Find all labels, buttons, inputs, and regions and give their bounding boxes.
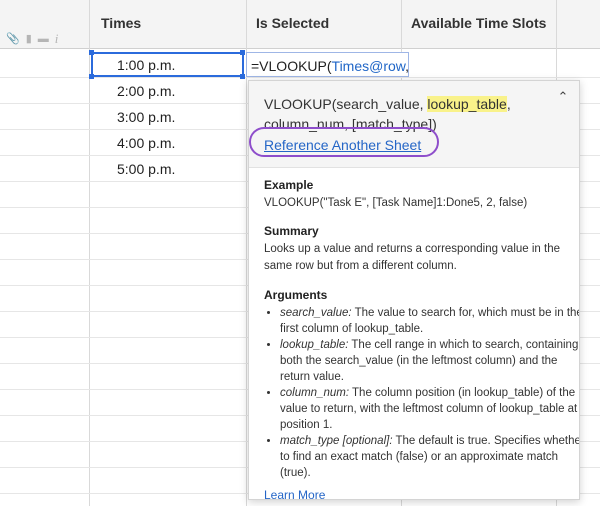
signature-text: , (506, 96, 511, 112)
argument-name: match_type [optional]: (280, 435, 393, 447)
learn-more-link[interactable]: Learn More (264, 488, 325, 499)
column-header-row: 📎 ▮ ▬ i Times Is Selected Available Time… (0, 0, 600, 49)
selection-handle[interactable] (89, 74, 94, 79)
selected-cell-outline (91, 52, 244, 77)
signature-text: VLOOKUP(search_value, (264, 96, 428, 112)
info-icon[interactable]: i (55, 32, 59, 45)
signature-current-argument: lookup_table (427, 96, 507, 112)
comment-icon[interactable]: ▮ (26, 33, 32, 45)
argument-name: lookup_table: (280, 339, 349, 351)
times-cell[interactable]: 2:00 p.m. (117, 83, 175, 99)
argument-name: search_value: (280, 307, 352, 319)
formula-cell-reference: Times@row (331, 58, 406, 74)
selection-handle[interactable] (89, 50, 94, 55)
argument-item: search_value: The value to search for, w… (280, 305, 579, 337)
example-text: VLOOKUP("Task E", [Task Name]1:Done5, 2,… (264, 197, 528, 209)
argument-item: lookup_table: The cell range in which to… (280, 337, 579, 385)
argument-item: column_num: The column position (in look… (280, 385, 579, 433)
arguments-heading: Arguments (264, 288, 328, 302)
reference-another-sheet-link[interactable]: Reference Another Sheet (264, 137, 421, 153)
selection-handle[interactable] (240, 50, 245, 55)
column-header-times[interactable]: Times (101, 15, 141, 31)
function-help-popup: VLOOKUP(search_value, lookup_table, colu… (248, 80, 580, 500)
arguments-list: search_value: The value to search for, w… (264, 305, 579, 481)
selection-handle[interactable] (240, 74, 245, 79)
argument-name: column_num: (280, 387, 350, 399)
formula-editor-cell[interactable]: =VLOOKUP(Times@row, (246, 52, 409, 77)
collapse-chevron-icon[interactable]: ⌃ (555, 89, 571, 105)
column-header-available-time-slots[interactable]: Available Time Slots (411, 15, 546, 31)
summary-text: Looks up a value and returns a correspon… (264, 243, 561, 272)
summary-heading: Summary (264, 224, 319, 238)
formula-prefix: =VLOOKUP( (251, 58, 332, 74)
row-action-icons: 📎 ▮ ▬ i (6, 32, 59, 45)
proof-icon[interactable]: ▬ (38, 33, 49, 45)
times-cell[interactable]: 4:00 p.m. (117, 135, 175, 151)
attachment-icon[interactable]: 📎 (6, 33, 20, 45)
times-cell[interactable]: 3:00 p.m. (117, 109, 175, 125)
example-heading: Example (264, 178, 314, 192)
column-header-is-selected[interactable]: Is Selected (256, 15, 329, 31)
formula-suffix: , (405, 58, 409, 74)
function-signature-panel: VLOOKUP(search_value, lookup_table, colu… (249, 81, 579, 168)
argument-item: match_type [optional]: The default is tr… (280, 433, 579, 481)
times-cell[interactable]: 5:00 p.m. (117, 161, 175, 177)
